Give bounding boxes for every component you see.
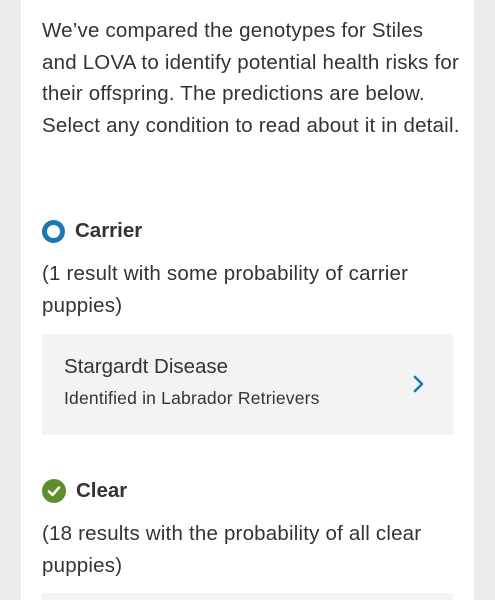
- intro-text: We’ve compared the genotypes for Stiles …: [42, 19, 460, 137]
- carrier-label: Carrier: [75, 219, 143, 242]
- check-circle-icon: [42, 479, 66, 503]
- carrier-ring-icon: [42, 219, 65, 243]
- clear-list-item-edge[interactable]: [42, 593, 453, 600]
- clear-summary: (18 results with the probability of all …: [42, 522, 422, 577]
- chevron-right-icon: [413, 375, 424, 393]
- clear-section-header: Clear: [42, 478, 127, 504]
- carrier-summary: (1 result with some probability of carri…: [42, 262, 409, 317]
- condition-item-stargardt-disease[interactable]: Stargardt Disease Identified in Labrador…: [42, 334, 453, 435]
- results-card: We’ve compared the genotypes for Stiles …: [21, 0, 474, 600]
- checkmark-icon: [47, 486, 61, 497]
- clear-label: Clear: [76, 479, 128, 502]
- condition-subtitle: Identified in Labrador Retrievers: [64, 388, 320, 408]
- carrier-section-header: Carrier: [42, 218, 142, 244]
- condition-name: Stargardt Disease: [64, 355, 229, 378]
